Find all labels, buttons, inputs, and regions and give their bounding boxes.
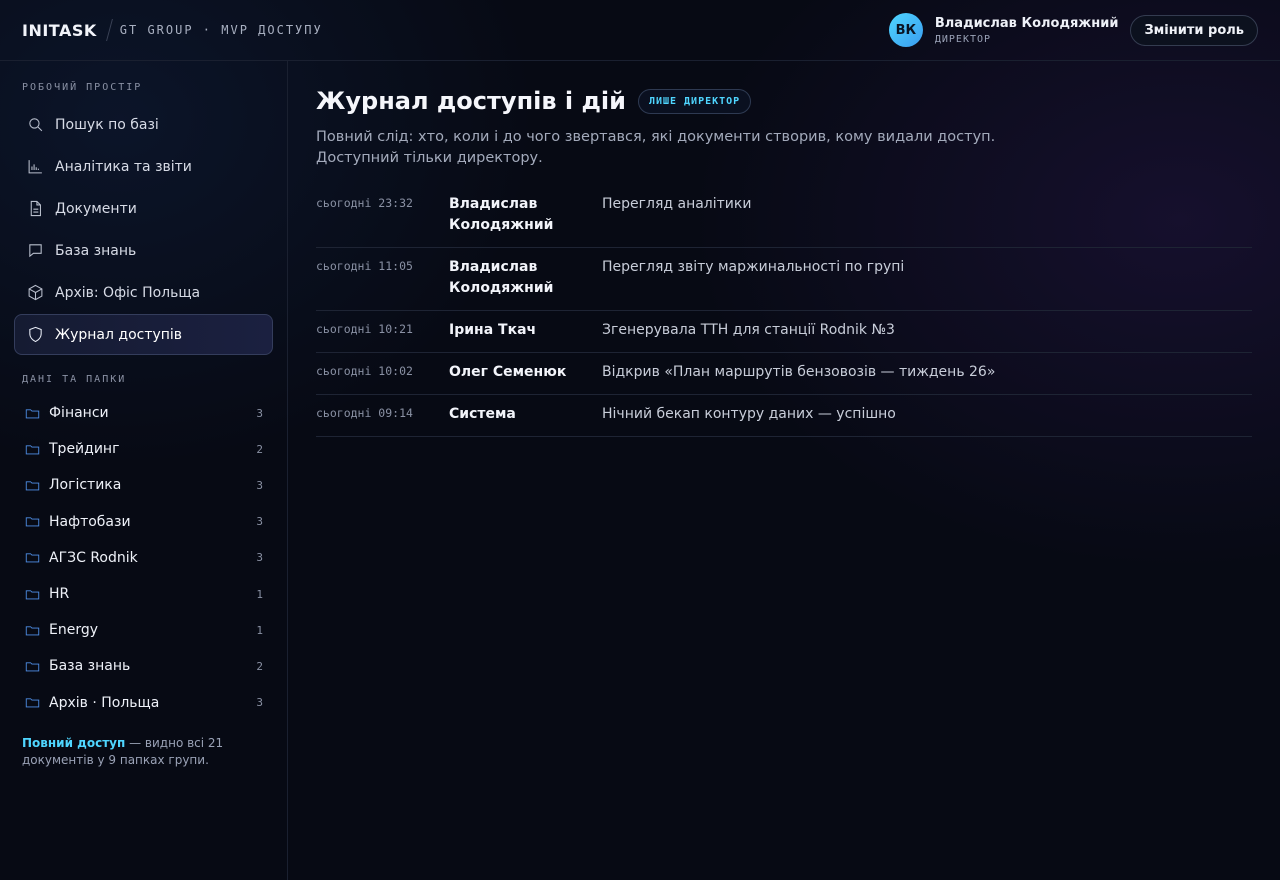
nav-item-label: Журнал доступів [55, 326, 183, 343]
nav-item-knowledge-base[interactable]: База знань [14, 230, 273, 271]
brand-logo[interactable]: INITASK [22, 21, 97, 40]
log-row[interactable]: сьогодні 10:02 Олег Семенюк Відкрив «Пла… [316, 353, 1252, 395]
folder-icon [25, 626, 40, 636]
folder-count: 1 [256, 623, 263, 637]
folder-icon [25, 698, 40, 708]
log-user: Владислав Колодяжний [449, 196, 554, 233]
access-note: Повний доступ — видно всі 21 документів … [14, 735, 273, 769]
bar-chart-icon [26, 158, 44, 176]
change-role-button[interactable]: Змінити роль [1130, 14, 1258, 46]
search-icon [26, 116, 44, 134]
folder-item-oil-depots[interactable]: Нафтобази 3 [14, 504, 273, 540]
log-action: Відкрив «План маршрутів бензовозів — тиж… [602, 364, 996, 380]
folder-icon [25, 662, 40, 672]
folder-label: Логістика [49, 477, 122, 494]
folder-count: 3 [256, 478, 263, 492]
folder-label: HR [49, 586, 70, 603]
folder-count: 2 [256, 659, 263, 673]
director-only-badge: ЛИШЕ ДИРЕКТОР [637, 88, 752, 114]
folder-count: 3 [256, 406, 263, 420]
folder-label: База знань [49, 658, 131, 675]
folder-icon [25, 553, 40, 563]
folder-label: Нафтобази [49, 513, 131, 530]
folder-label: Energy [49, 622, 99, 639]
folder-count: 3 [256, 551, 263, 565]
folder-icon [25, 589, 40, 599]
log-user: Ірина Ткач [449, 322, 537, 338]
folder-item-hr[interactable]: HR 1 [14, 576, 273, 612]
log-time: сьогодні 11:05 [316, 259, 413, 273]
user-area: ВК Владислав Колодяжний ДИРЕКТОР Змінити… [888, 13, 1258, 47]
main-content: Журнал доступів і дій ЛИШЕ ДИРЕКТОР Повн… [316, 61, 1252, 437]
nav-item-search[interactable]: Пошук по базі [14, 104, 273, 145]
nav-item-label: База знань [55, 242, 137, 259]
log-action: Перегляд звіту маржинальності по групі [602, 259, 905, 275]
log-user: Система [449, 406, 516, 422]
folder-item-archive-poland[interactable]: Архів · Польща 3 [14, 685, 273, 721]
sidebar: РОБОЧИЙ ПРОСТІР Пошук по базі Аналітика … [0, 61, 288, 880]
workspace-section-label: РОБОЧИЙ ПРОСТІР [22, 82, 143, 93]
folder-count: 3 [256, 696, 263, 710]
log-user: Владислав Колодяжний [449, 259, 554, 296]
title-row: Журнал доступів і дій ЛИШЕ ДИРЕКТОР [316, 87, 1252, 115]
log-action: Згенерувала ТТН для станції Rodnik №3 [602, 322, 895, 338]
nav-item-label: Пошук по базі [55, 116, 159, 133]
user-info: Владислав Колодяжний ДИРЕКТОР [935, 16, 1119, 45]
log-row[interactable]: сьогодні 09:14 Система Нічний бекап конт… [316, 395, 1252, 437]
box-icon [26, 284, 44, 302]
log-row[interactable]: сьогодні 23:32 Владислав Колодяжний Пере… [316, 185, 1252, 248]
brand-divider [105, 19, 113, 41]
nav-item-label: Архів: Офіс Польща [55, 284, 201, 301]
nav-item-access-log[interactable]: Журнал доступів [14, 314, 273, 355]
user-name: Владислав Колодяжний [934, 15, 1119, 31]
folder-item-knowledge-base[interactable]: База знань 2 [14, 648, 273, 684]
shield-icon [26, 326, 44, 344]
folder-icon [25, 481, 40, 491]
folder-icon [25, 517, 40, 527]
log-action: Нічний бекап контуру даних — успішно [602, 406, 896, 422]
log-row[interactable]: сьогодні 11:05 Владислав Колодяжний Пере… [316, 248, 1252, 311]
folder-icon [25, 408, 40, 418]
folder-item-trading[interactable]: Трейдинг 2 [14, 431, 273, 467]
folder-label: Фінанси [49, 405, 109, 422]
log-time: сьогодні 10:02 [316, 364, 413, 378]
nav-item-documents[interactable]: Документи [14, 188, 273, 229]
folder-item-finance[interactable]: Фінанси 3 [14, 395, 273, 431]
top-bar: INITASK GT GROUP · MVP ДОСТУПУ ВК Владис… [0, 0, 1280, 61]
user-role: ДИРЕКТОР [934, 33, 992, 45]
folder-label: Трейдинг [49, 441, 120, 458]
document-icon [26, 200, 44, 218]
folder-count: 3 [256, 515, 263, 529]
log-time: сьогодні 10:21 [316, 322, 413, 336]
folder-item-energy[interactable]: Energy 1 [14, 612, 273, 648]
access-log-list: сьогодні 23:32 Владислав Колодяжний Пере… [316, 185, 1252, 437]
access-note-highlight: Повний доступ [22, 735, 126, 750]
avatar[interactable]: ВК [888, 13, 923, 47]
folder-label: Архів · Польща [49, 694, 160, 711]
nav-item-label: Документи [55, 200, 137, 217]
page-description: Повний слід: хто, коли і до чого звертав… [316, 129, 996, 166]
log-time: сьогодні 23:32 [316, 196, 413, 210]
folder-count: 2 [256, 442, 263, 456]
page-title: Журнал доступів і дій [316, 87, 626, 115]
brand-subtitle: GT GROUP · MVP ДОСТУПУ [119, 23, 323, 37]
log-action: Перегляд аналітики [602, 196, 752, 212]
nav-item-archive-poland[interactable]: Архів: Офіс Польща [14, 272, 273, 313]
log-row[interactable]: сьогодні 10:21 Ірина Ткач Згенерувала ТТ… [316, 311, 1252, 353]
folder-item-logistics[interactable]: Логістика 3 [14, 467, 273, 503]
log-time: сьогодні 09:14 [316, 406, 413, 420]
nav-item-analytics[interactable]: Аналітика та звіти [14, 146, 273, 187]
log-user: Олег Семенюк [449, 364, 567, 380]
folder-label: АГЗС Rodnik [49, 549, 138, 566]
nav-item-label: Аналітика та звіти [55, 158, 192, 175]
folder-count: 1 [256, 587, 263, 601]
chat-bubble-icon [26, 242, 44, 260]
folders-section-label: ДАНІ ТА ПАПКИ [22, 374, 127, 385]
folder-item-gas-stations[interactable]: АГЗС Rodnik 3 [14, 540, 273, 576]
folder-icon [25, 445, 40, 455]
